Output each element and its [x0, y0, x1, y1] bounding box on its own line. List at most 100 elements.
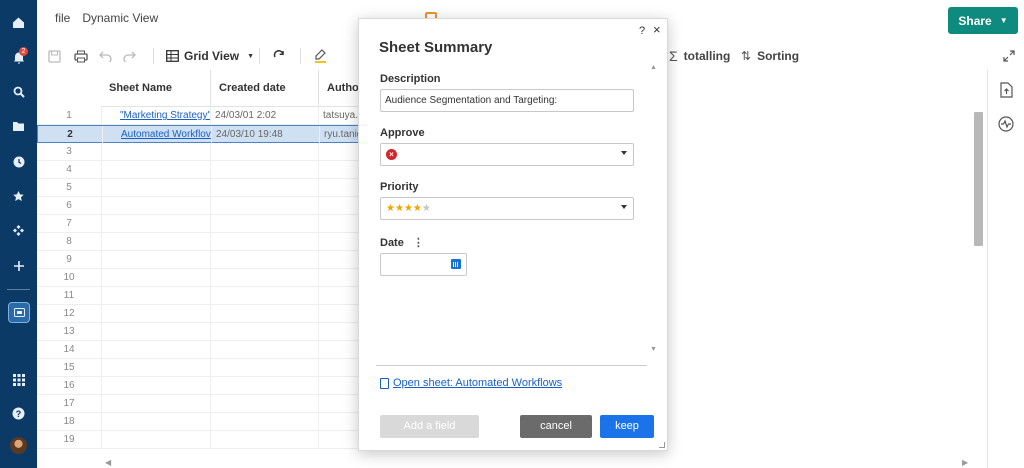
table-row[interactable]: 17: [37, 395, 367, 413]
table-row[interactable]: 6: [37, 197, 367, 215]
cell-sheet-name[interactable]: [101, 197, 210, 215]
keep-button[interactable]: keep: [600, 415, 654, 438]
cell-created-date[interactable]: [210, 305, 318, 323]
cell-created-date[interactable]: [210, 431, 318, 449]
cell-created-date[interactable]: [210, 377, 318, 395]
workspace-icon[interactable]: [8, 302, 30, 323]
cell-sheet-name[interactable]: [101, 251, 210, 269]
table-row[interactable]: 10: [37, 269, 367, 287]
attachment-upload-icon[interactable]: [997, 82, 1015, 100]
menu-file[interactable]: file: [55, 11, 70, 25]
cell-created-date[interactable]: [210, 179, 318, 197]
table-row[interactable]: 19: [37, 431, 367, 449]
cell-created-date[interactable]: 24/03/10 19:48: [211, 126, 319, 144]
priority-select[interactable]: ★★★★★: [380, 197, 634, 220]
cell-created-date[interactable]: 24/03/01 2:02: [210, 107, 318, 125]
dialog-scroll-up-arrow[interactable]: ▲: [650, 64, 657, 71]
scroll-left-arrow[interactable]: ◀: [105, 458, 111, 467]
clock-icon[interactable]: [9, 152, 28, 171]
table-row[interactable]: 16: [37, 377, 367, 395]
open-sheet-link[interactable]: Open sheet: Automated Workflows: [380, 377, 562, 389]
print-icon[interactable]: [74, 47, 88, 65]
cell-sheet-name[interactable]: [101, 161, 210, 179]
home-icon[interactable]: [9, 13, 28, 32]
cell-sheet-name[interactable]: [101, 377, 210, 395]
totalling-button[interactable]: Σ totalling: [669, 47, 730, 65]
cell-created-date[interactable]: [210, 359, 318, 377]
more-vertical-icon[interactable]: ⋮: [413, 237, 424, 249]
folder-icon[interactable]: [9, 117, 28, 136]
help-icon[interactable]: ?: [639, 25, 645, 37]
expand-icon[interactable]: [1003, 47, 1015, 65]
table-row[interactable]: 11: [37, 287, 367, 305]
cell-sheet-name[interactable]: [101, 359, 210, 377]
cell-created-date[interactable]: [210, 251, 318, 269]
cell-sheet-name[interactable]: [101, 215, 210, 233]
cell-created-date[interactable]: [210, 269, 318, 287]
cell-created-date[interactable]: [210, 413, 318, 431]
cell-created-date[interactable]: [210, 197, 318, 215]
highlighter-icon[interactable]: [314, 47, 327, 65]
scroll-right-arrow[interactable]: ▶: [962, 458, 968, 467]
table-row[interactable]: 3: [37, 143, 367, 161]
cell-created-date[interactable]: [210, 287, 318, 305]
search-icon[interactable]: [9, 82, 28, 101]
table-row[interactable]: 18: [37, 413, 367, 431]
cell-sheet-name[interactable]: "Marketing Strategy": [101, 107, 210, 125]
table-row[interactable]: 15: [37, 359, 367, 377]
plus-icon[interactable]: [9, 256, 28, 275]
description-field[interactable]: Audience Segmentation and Targeting:: [380, 89, 634, 112]
grid-view-dropdown[interactable]: Grid View ▼: [166, 47, 254, 65]
cell-sheet-name[interactable]: Automated Workflov: [102, 126, 211, 144]
column-header-sheet-name[interactable]: Sheet Name: [101, 70, 210, 107]
table-row[interactable]: 7: [37, 215, 367, 233]
vertical-scrollbar[interactable]: [974, 112, 983, 246]
save-icon[interactable]: [48, 47, 61, 65]
grid-launcher-icon[interactable]: [9, 370, 28, 389]
cell-sheet-name[interactable]: [101, 233, 210, 251]
table-row[interactable]: 2 Automated Workflov 24/03/10 19:48 ryu.tan…: [37, 125, 367, 144]
table-row[interactable]: 14: [37, 341, 367, 359]
cell-created-date[interactable]: [210, 233, 318, 251]
cell-sheet-name[interactable]: [101, 431, 210, 449]
table-row[interactable]: 8: [37, 233, 367, 251]
resize-handle[interactable]: [659, 442, 665, 448]
table-row[interactable]: 12: [37, 305, 367, 323]
cell-created-date[interactable]: [210, 341, 318, 359]
table-row[interactable]: 5: [37, 179, 367, 197]
sorting-button[interactable]: ⇅ Sorting: [741, 47, 799, 65]
table-row[interactable]: 9: [37, 251, 367, 269]
cell-sheet-name[interactable]: [101, 179, 210, 197]
star-icon[interactable]: [9, 187, 28, 206]
table-row[interactable]: 4: [37, 161, 367, 179]
cell-sheet-name[interactable]: [101, 287, 210, 305]
cell-created-date[interactable]: [210, 323, 318, 341]
avatar[interactable]: [10, 437, 27, 454]
cell-created-date[interactable]: [210, 215, 318, 233]
refresh-icon[interactable]: [273, 47, 285, 65]
table-row[interactable]: 13: [37, 323, 367, 341]
cell-sheet-name[interactable]: [101, 395, 210, 413]
cell-created-date[interactable]: [210, 395, 318, 413]
apps-diamond-icon[interactable]: [9, 221, 28, 240]
close-icon[interactable]: ×: [653, 22, 661, 37]
cell-created-date[interactable]: [210, 161, 318, 179]
cell-sheet-name[interactable]: [101, 143, 210, 161]
table-row[interactable]: 1 "Marketing Strategy" 24/03/01 2:02 tatsuy…: [37, 107, 367, 125]
cell-created-date[interactable]: [210, 143, 318, 161]
cell-sheet-name[interactable]: [101, 323, 210, 341]
add-field-button[interactable]: Add a field: [380, 415, 479, 438]
column-header-created-date[interactable]: Created date: [210, 70, 318, 107]
cell-sheet-name[interactable]: [101, 341, 210, 359]
activity-icon[interactable]: [997, 116, 1015, 134]
share-button[interactable]: Share ▼: [948, 7, 1018, 34]
help-icon[interactable]: ?: [9, 404, 28, 423]
menu-dynamic-view[interactable]: Dynamic View: [82, 11, 158, 25]
cell-sheet-name[interactable]: [101, 413, 210, 431]
redo-icon[interactable]: [123, 47, 136, 65]
approve-select[interactable]: ×: [380, 143, 634, 166]
date-field[interactable]: [380, 253, 467, 276]
undo-icon[interactable]: [99, 47, 112, 65]
cancel-button[interactable]: cancel: [520, 415, 592, 438]
dialog-scroll-down-arrow[interactable]: ▼: [650, 346, 657, 353]
